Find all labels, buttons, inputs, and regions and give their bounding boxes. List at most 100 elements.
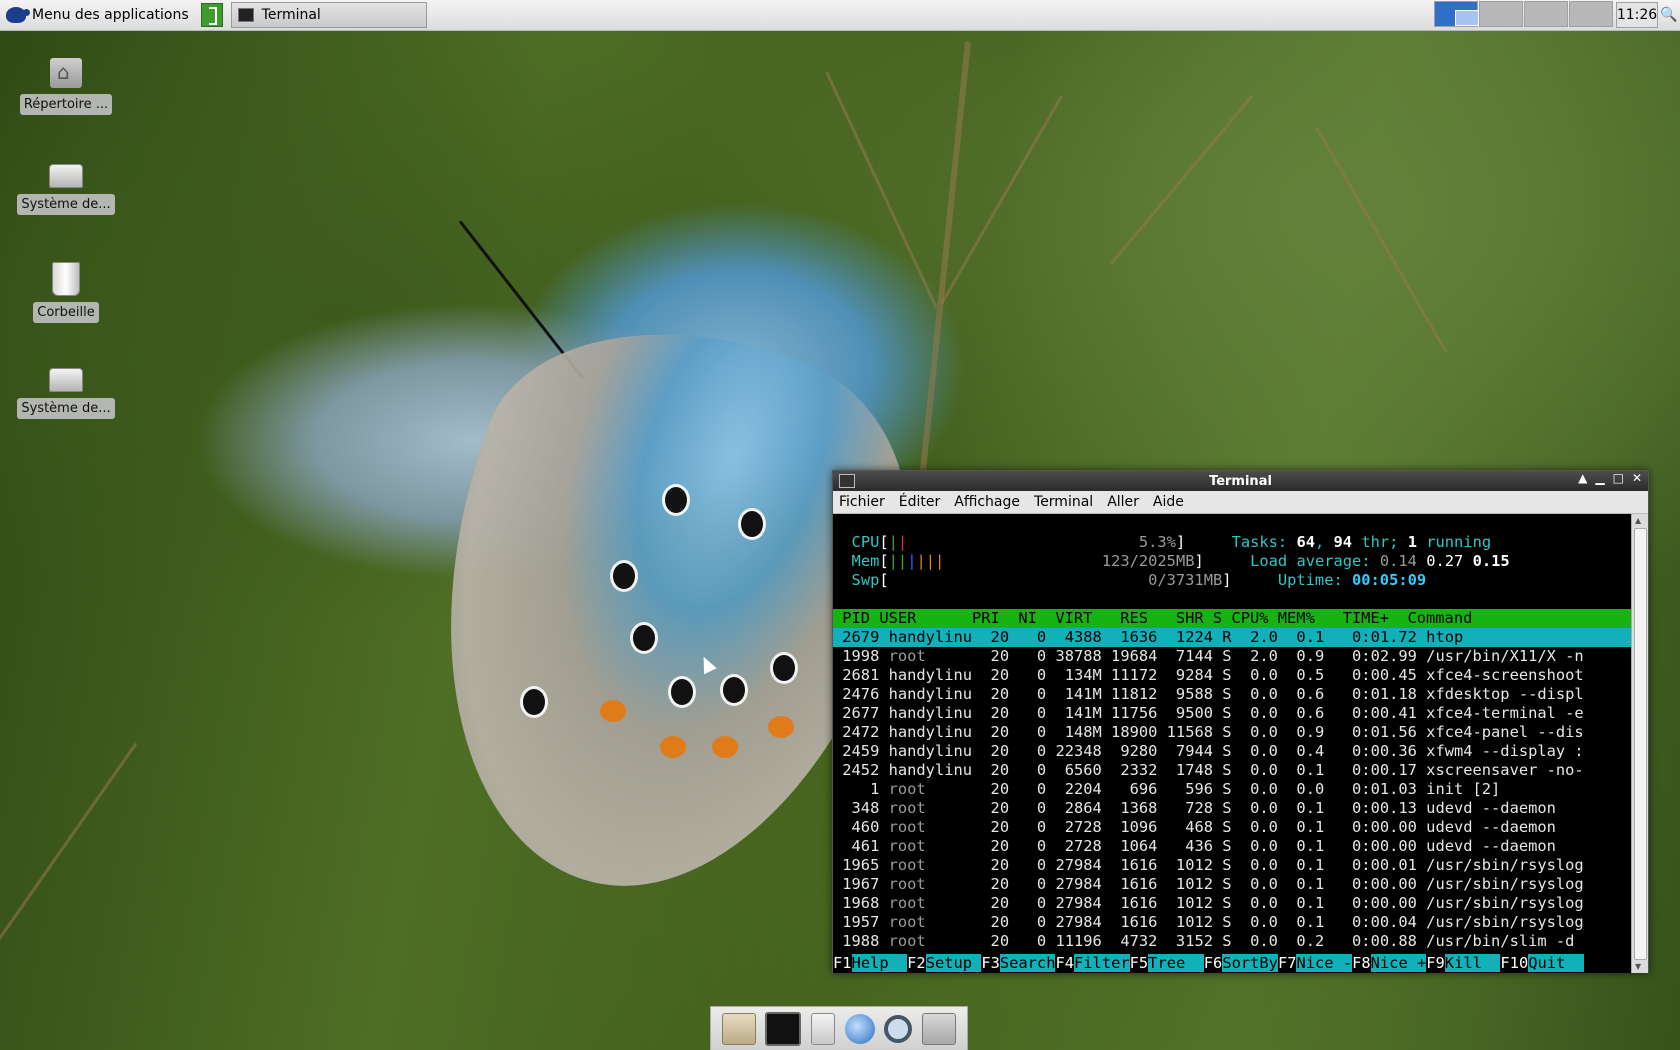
fkey-label[interactable]: SortBy [1222, 954, 1278, 972]
cell-cpu: 0.0 [1231, 761, 1278, 779]
fkey-label[interactable]: Search [999, 954, 1056, 972]
table-row[interactable]: 1988 root 20 0 11196 4732 3152 S 0.0 0.2… [833, 932, 1632, 951]
menu-aide[interactable]: Aide [1153, 494, 1184, 510]
table-row[interactable]: 460 root 20 0 2728 1096 468 S 0.0 0.1 0:… [833, 818, 1632, 837]
fkey-f1[interactable]: F1 [833, 954, 852, 972]
terminal-launcher-icon[interactable] [765, 1011, 802, 1046]
fkey-f10[interactable]: F10 [1500, 954, 1529, 972]
table-row[interactable]: 1965 root 20 0 27984 1616 1012 S 0.0 0.1… [833, 856, 1632, 875]
table-row-selected[interactable]: 2679 handylinu 20 0 4388 1636 1224 R 2.0… [833, 628, 1632, 647]
scrollbar-thumb[interactable] [1634, 528, 1647, 960]
terminal-window-icon[interactable] [839, 474, 855, 488]
table-row[interactable]: 1967 root 20 0 27984 1616 1012 S 0.0 0.1… [833, 875, 1632, 894]
fkey-f6[interactable]: F6 [1203, 954, 1223, 972]
table-row[interactable]: 2459 handylinu 20 0 22348 9280 7944 S 0.… [833, 742, 1632, 761]
cell-s: S [1213, 780, 1232, 798]
cell-cmd: /usr/bin/X11/X -n [1416, 647, 1593, 665]
table-row[interactable]: 348 root 20 0 2864 1368 728 S 0.0 0.1 0:… [833, 799, 1632, 818]
cell-user: handylinu [879, 704, 982, 722]
table-row[interactable]: 2476 handylinu 20 0 141M 11812 9588 S 0.… [833, 685, 1632, 704]
cell-cmd: xfce4-panel --dis [1416, 723, 1593, 741]
applications-menu-button[interactable]: Menu des applications [0, 0, 197, 30]
table-row[interactable]: 1 root 20 0 2204 696 596 S 0.0 0.0 0:01.… [833, 780, 1632, 799]
fkey-label[interactable]: Quit [1528, 954, 1584, 972]
fkey-f4[interactable]: F4 [1055, 954, 1075, 972]
desktop-icon-filesystem-2[interactable]: Système de... [16, 362, 116, 419]
desktop-icon-trash[interactable]: Corbeille [16, 262, 116, 323]
fkey-f5[interactable]: F5 [1129, 954, 1149, 972]
menu-aller[interactable]: Aller [1107, 494, 1139, 510]
cell-cpu: 0.0 [1231, 913, 1278, 931]
table-row[interactable]: 2677 handylinu 20 0 141M 11756 9500 S 0.… [833, 704, 1632, 723]
workspace-4[interactable] [1569, 1, 1613, 27]
folder-icon[interactable] [922, 1012, 957, 1045]
desktop-icon-label: Système de... [17, 194, 115, 215]
table-row[interactable]: 2452 handylinu 20 0 6560 2332 1748 S 0.0… [833, 761, 1632, 780]
fkey-label[interactable]: Kill [1444, 954, 1501, 972]
window-shade-icon[interactable]: ▲ [1578, 471, 1587, 485]
search-launcher-icon[interactable] [884, 1014, 913, 1043]
logout-icon[interactable] [200, 3, 223, 27]
cell-pri: 20 [981, 685, 1010, 703]
table-row[interactable]: 1957 root 20 0 27984 1616 1012 S 0.0 0.1… [833, 913, 1632, 932]
table-row[interactable]: 2472 handylinu 20 0 148M 18900 11568 S 0… [833, 723, 1632, 742]
desktop-icon-filesystem-1[interactable]: Système de... [16, 158, 116, 215]
workspace-1[interactable] [1434, 1, 1479, 27]
cell-res: 1616 [1101, 894, 1158, 912]
desktop-icon-label: Corbeille [33, 302, 99, 323]
cell-mem: 0.9 [1277, 647, 1325, 665]
menu-terminal[interactable]: Terminal [1034, 494, 1093, 510]
cell-pid: 2681 [833, 666, 880, 684]
close-icon[interactable]: ✕ [1632, 471, 1642, 485]
fkey-label[interactable]: Help [851, 954, 908, 972]
cell-time: 0:00.01 [1324, 856, 1417, 874]
cell-time: 0:01.72 [1324, 628, 1417, 646]
menu-affichage[interactable]: Affichage [954, 494, 1020, 510]
process-table-header[interactable]: PID USER PRI NI VIRT RES SHR S CPU% MEM%… [833, 609, 1632, 628]
cell-ni: 0 [1009, 837, 1047, 855]
table-row[interactable]: 1998 root 20 0 38788 19684 7144 S 2.0 0.… [833, 647, 1632, 666]
panel-clock[interactable]: 11:26 [1616, 2, 1658, 28]
table-row[interactable]: 2681 handylinu 20 0 134M 11172 9284 S 0.… [833, 666, 1632, 685]
fkey-f8[interactable]: F8 [1352, 954, 1371, 972]
fkey-label[interactable]: Nice - [1296, 954, 1353, 972]
desktop-icon-label: Système de... [17, 398, 115, 419]
maximize-icon[interactable]: □ [1613, 471, 1624, 485]
cell-res: 1368 [1101, 799, 1158, 817]
fkey-f7[interactable]: F7 [1277, 954, 1297, 972]
desktop-icon-home[interactable]: Répertoire ... [16, 58, 116, 115]
cell-s: S [1213, 818, 1232, 836]
cell-shr: 9284 [1157, 666, 1213, 684]
cell-time: 0:01.18 [1324, 685, 1417, 703]
terminal-titlebar[interactable]: Terminal ▲ ▁ □ ✕ [833, 471, 1648, 491]
fkey-f3[interactable]: F3 [981, 954, 1000, 972]
search-icon[interactable]: 🔍 [1658, 2, 1680, 28]
menu-editer[interactable]: Éditer [899, 494, 940, 510]
cell-mem: 0.1 [1277, 875, 1325, 893]
cell-shr: 1012 [1157, 894, 1213, 912]
file-manager-icon[interactable] [811, 1012, 836, 1045]
fkey-label[interactable]: Tree [1148, 954, 1204, 972]
minimize-icon[interactable]: ▁ [1595, 471, 1604, 485]
taskbar-terminal-button[interactable]: Terminal [230, 2, 427, 28]
web-browser-icon[interactable] [844, 1013, 875, 1044]
fkey-label[interactable]: Filter [1074, 954, 1130, 972]
terminal-scrollbar[interactable]: ▲ ▼ [1631, 514, 1648, 973]
htop-output[interactable]: CPU[|| 5.3%] Tasks: 64, 94 thr; 1 runnin… [833, 514, 1632, 973]
cell-pri: 20 [981, 780, 1010, 798]
workspace-3[interactable] [1524, 1, 1568, 27]
cell-pri: 20 [981, 875, 1010, 893]
table-row[interactable]: 461 root 20 0 2728 1064 436 S 0.0 0.1 0:… [833, 837, 1632, 856]
table-row[interactable]: 1968 root 20 0 27984 1616 1012 S 0.0 0.1… [833, 894, 1632, 913]
cell-res: 19684 [1101, 647, 1158, 665]
show-desktop-icon[interactable] [721, 1012, 756, 1045]
fkey-label[interactable]: Setup [925, 954, 982, 972]
workspace-2[interactable] [1479, 1, 1523, 27]
menu-fichier[interactable]: Fichier [839, 494, 885, 510]
fkey-f9[interactable]: F9 [1426, 954, 1445, 972]
cell-cpu: 2.0 [1231, 628, 1278, 646]
fkey-label[interactable]: Nice + [1370, 954, 1427, 972]
cell-ni: 0 [1009, 647, 1047, 665]
cell-res: 1616 [1101, 856, 1158, 874]
fkey-f2[interactable]: F2 [907, 954, 926, 972]
